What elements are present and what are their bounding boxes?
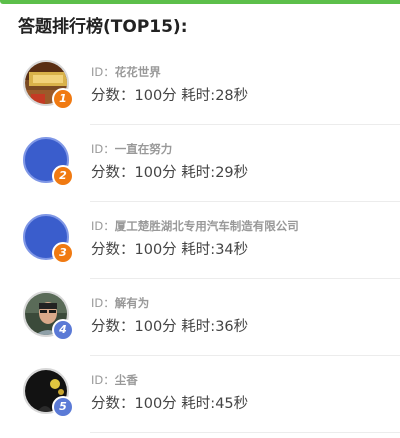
rank-badge: 4 <box>52 319 74 341</box>
score-time: 分数：100分 耗时:29秒 <box>91 165 249 181</box>
score-value: 100分 <box>134 88 177 104</box>
score-time: 分数：100分 耗时:45秒 <box>91 396 249 412</box>
score-time: 分数：100分 耗时:28秒 <box>91 88 249 104</box>
time-value: 28秒 <box>215 88 249 104</box>
score-value: 100分 <box>134 319 177 335</box>
rank-badge: 5 <box>52 396 74 418</box>
leaderboard-row[interactable]: 2 ID：一直在努力 分数：100分 耗时:29秒 <box>0 125 400 202</box>
leaderboard-row[interactable]: 4 ID：解有为 分数：100分 耗时:36秒 <box>0 279 400 356</box>
rank-badge: 2 <box>52 165 74 187</box>
time-value: 36秒 <box>215 319 249 335</box>
row-divider <box>90 432 400 433</box>
score-value: 100分 <box>134 242 177 258</box>
user-id: ID：花花世界 <box>91 65 161 79</box>
score-value: 100分 <box>134 396 177 412</box>
leaderboard-list: 1 ID：花花世界 分数：100分 耗时:28秒 2 ID：一直在努力 分数：1… <box>0 48 400 433</box>
user-name: 花花世界 <box>114 65 161 79</box>
score-time: 分数：100分 耗时:34秒 <box>91 242 249 258</box>
leaderboard-row[interactable]: 5 ID：尘香 分数：100分 耗时:45秒 <box>0 356 400 433</box>
user-id: ID：尘香 <box>91 373 138 387</box>
rank-badge: 1 <box>52 88 74 110</box>
leaderboard-row[interactable]: 1 ID：花花世界 分数：100分 耗时:28秒 <box>0 48 400 125</box>
user-id: ID：厦工楚胜湖北专用汽车制造有限公司 <box>91 219 299 233</box>
rank-badge: 3 <box>52 242 74 264</box>
user-name: 尘香 <box>114 373 138 387</box>
user-name: 解有为 <box>114 296 150 310</box>
user-id: ID：一直在努力 <box>91 142 173 156</box>
user-name: 一直在努力 <box>114 142 173 156</box>
time-value: 29秒 <box>215 165 249 181</box>
leaderboard-row[interactable]: 3 ID：厦工楚胜湖北专用汽车制造有限公司 分数：100分 耗时:34秒 <box>0 202 400 279</box>
score-time: 分数：100分 耗时:36秒 <box>91 319 249 335</box>
leaderboard-title: 答题排行榜(TOP15): <box>18 17 188 37</box>
score-value: 100分 <box>134 165 177 181</box>
time-value: 34秒 <box>215 242 249 258</box>
user-name: 厦工楚胜湖北专用汽车制造有限公司 <box>114 219 299 233</box>
time-value: 45秒 <box>215 396 249 412</box>
user-id: ID：解有为 <box>91 296 150 310</box>
top-accent-bar <box>0 0 400 4</box>
